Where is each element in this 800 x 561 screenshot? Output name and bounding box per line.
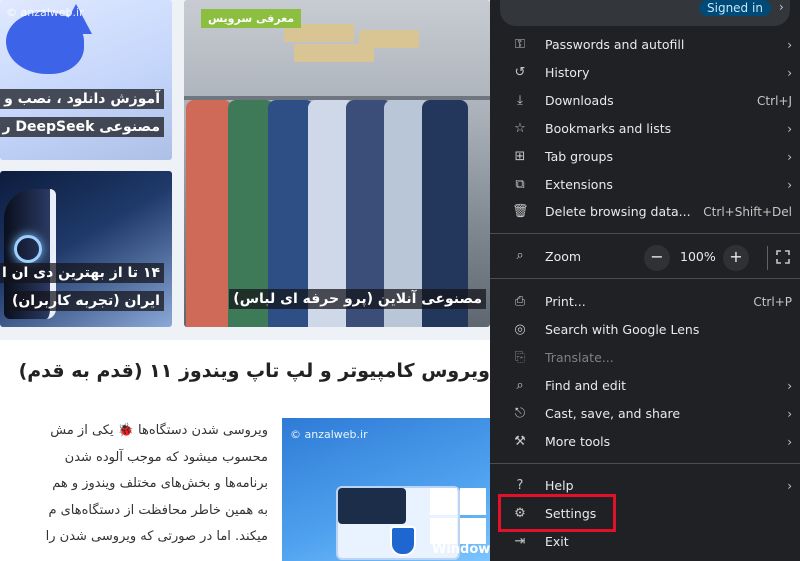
chevron-right-icon: › xyxy=(787,38,792,52)
lens-icon: ◎ xyxy=(514,322,526,337)
article-image: © anzalweb.ir Window xyxy=(282,418,490,561)
menu-item-label: Print... xyxy=(545,294,586,309)
image-caption-text: Window xyxy=(432,542,490,557)
zoom-in-button[interactable]: + xyxy=(723,245,749,271)
menu-item-delete-browsing-data[interactable]: 🗑 Delete browsing data... Ctrl+Shift+Del xyxy=(490,198,800,226)
zoom-divider xyxy=(767,246,768,270)
trash-icon: 🗑 xyxy=(512,204,529,219)
shortcut-text: Ctrl+P xyxy=(753,295,792,309)
menu-item-label: Translate... xyxy=(545,350,614,365)
history-icon: ↺ xyxy=(514,65,526,80)
help-icon: ? xyxy=(516,478,524,493)
shield-icon xyxy=(390,526,416,556)
share-icon: ⎋ xyxy=(514,406,526,421)
watermark: © anzalweb.ir xyxy=(6,6,84,19)
menu-item-label: Find and edit xyxy=(545,378,627,393)
shortcut-text: Ctrl+J xyxy=(757,94,792,108)
download-icon: ⤓ xyxy=(517,93,523,108)
extension-icon: ⧉ xyxy=(515,177,525,192)
paragraph-line: ویروسی شدن دستگاه‌ها 🐞 یکی از مش xyxy=(50,423,268,438)
menu-item-more-tools[interactable]: ⚒ More tools › xyxy=(490,428,800,456)
chevron-right-icon: › xyxy=(779,0,784,14)
settings-highlight-box xyxy=(498,494,616,532)
category-tag[interactable]: معرفی سرویس xyxy=(201,9,302,28)
menu-item-label: Exit xyxy=(545,534,569,549)
print-icon: ⎙ xyxy=(514,294,526,309)
menu-item-label: Tab groups xyxy=(545,149,613,164)
find-icon: ⌕ xyxy=(516,378,524,393)
paragraph-line: به همین خاطر محافظت از دستگاه‌های م xyxy=(48,502,268,518)
zoom-out-button[interactable]: − xyxy=(644,245,670,271)
menu-item-bookmarks[interactable]: ☆ Bookmarks and lists › xyxy=(490,115,800,143)
menu-item-find-and-edit[interactable]: ⌕ Find and edit › xyxy=(490,372,800,400)
menu-item-print[interactable]: ⎙ Print... Ctrl+P xyxy=(490,288,800,316)
menu-item-exit[interactable]: ⇥ Exit xyxy=(490,528,800,556)
toolbox-icon: ⚒ xyxy=(514,434,526,449)
windows-logo-icon xyxy=(430,488,486,544)
shelf-item xyxy=(294,44,374,62)
key-icon: ⚿ xyxy=(515,37,525,52)
panel-illustration xyxy=(338,488,406,524)
menu-item-translate[interactable]: ⎘ Translate... xyxy=(490,344,800,372)
chevron-right-icon: › xyxy=(787,435,792,449)
chevron-right-icon: › xyxy=(787,379,792,393)
card-title-line[interactable]: ایران (تجربه کاربران) xyxy=(0,288,168,314)
card-title-line[interactable]: مصنوعی آنلاین (پرو حرفه ای لباس) xyxy=(184,286,490,312)
fullscreen-icon[interactable] xyxy=(776,250,790,264)
menu-divider xyxy=(490,463,800,464)
menu-item-label: History xyxy=(545,65,590,80)
console-light-illustration xyxy=(14,235,42,263)
chrome-menu: Signed in › ⚿ Passwords and autofill › ↺… xyxy=(490,0,800,561)
menu-item-tab-groups[interactable]: ⊞ Tab groups › xyxy=(490,143,800,171)
star-icon: ☆ xyxy=(514,121,526,136)
menu-item-google-lens[interactable]: ◎ Search with Google Lens xyxy=(490,316,800,344)
zoom-row: ⌕ Zoom − 100% + xyxy=(490,242,800,272)
chevron-right-icon: › xyxy=(787,66,792,80)
menu-item-label: Passwords and autofill xyxy=(545,37,685,52)
article-paragraph: ویروسی شدن دستگاه‌ها 🐞 یکی از مش محسوب م… xyxy=(0,418,268,551)
zoom-label: Zoom xyxy=(545,249,582,264)
chevron-right-icon: › xyxy=(787,150,792,164)
menu-item-label: Delete browsing data... xyxy=(545,204,691,219)
menu-item-label: Downloads xyxy=(545,93,614,108)
menu-item-label: Extensions xyxy=(545,177,613,192)
menu-item-label: Help xyxy=(545,478,574,493)
card-title-line[interactable]: ۱۴ تا از بهترین دی ان ا xyxy=(0,260,168,286)
menu-item-extensions[interactable]: ⧉ Extensions › xyxy=(490,171,800,199)
menu-item-label: Search with Google Lens xyxy=(545,322,700,337)
paragraph-line: محسوب میشود که موجب آلوده شدن xyxy=(64,449,268,465)
menu-divider xyxy=(490,278,800,279)
shortcut-text: Ctrl+Shift+Del xyxy=(703,205,792,219)
paragraph-line: میکند. اما در صورتی که ویروسی شدن را xyxy=(45,529,268,544)
menu-item-label: Bookmarks and lists xyxy=(545,121,672,136)
exit-icon: ⇥ xyxy=(514,534,526,549)
menu-item-label: More tools xyxy=(545,434,611,449)
chevron-right-icon: › xyxy=(787,122,792,136)
menu-item-downloads[interactable]: ⤓ Downloads Ctrl+J xyxy=(490,87,800,115)
article-headline[interactable]: ویروس کامپیوتر و لپ تاپ ویندوز ۱۱ (قدم ب… xyxy=(0,360,490,382)
menu-item-label: Cast, save, and share xyxy=(545,406,681,421)
zoom-icon: ⌕ xyxy=(516,248,524,263)
chevron-right-icon: › xyxy=(787,479,792,493)
signed-in-badge[interactable]: Signed in xyxy=(699,0,771,16)
chevron-right-icon: › xyxy=(787,407,792,421)
menu-item-history[interactable]: ↺ History › xyxy=(490,59,800,87)
paragraph-line: برنامه‌ها و بخش‌های مختلف ویندوز و هم xyxy=(52,476,268,491)
tab-groups-icon: ⊞ xyxy=(514,149,526,164)
menu-item-passwords[interactable]: ⚿ Passwords and autofill › xyxy=(490,31,800,59)
menu-divider xyxy=(490,233,800,234)
card-title-line[interactable]: مصنوعی DeepSeek ر xyxy=(0,114,168,140)
chevron-right-icon: › xyxy=(787,178,792,192)
card-title-line[interactable]: آموزش دانلود ، نصب و xyxy=(0,86,168,112)
translate-icon: ⎘ xyxy=(514,350,526,365)
zoom-level: 100% xyxy=(680,249,716,264)
menu-item-cast-save-share[interactable]: ⎋ Cast, save, and share › xyxy=(490,400,800,428)
watermark: © anzalweb.ir xyxy=(290,428,368,441)
